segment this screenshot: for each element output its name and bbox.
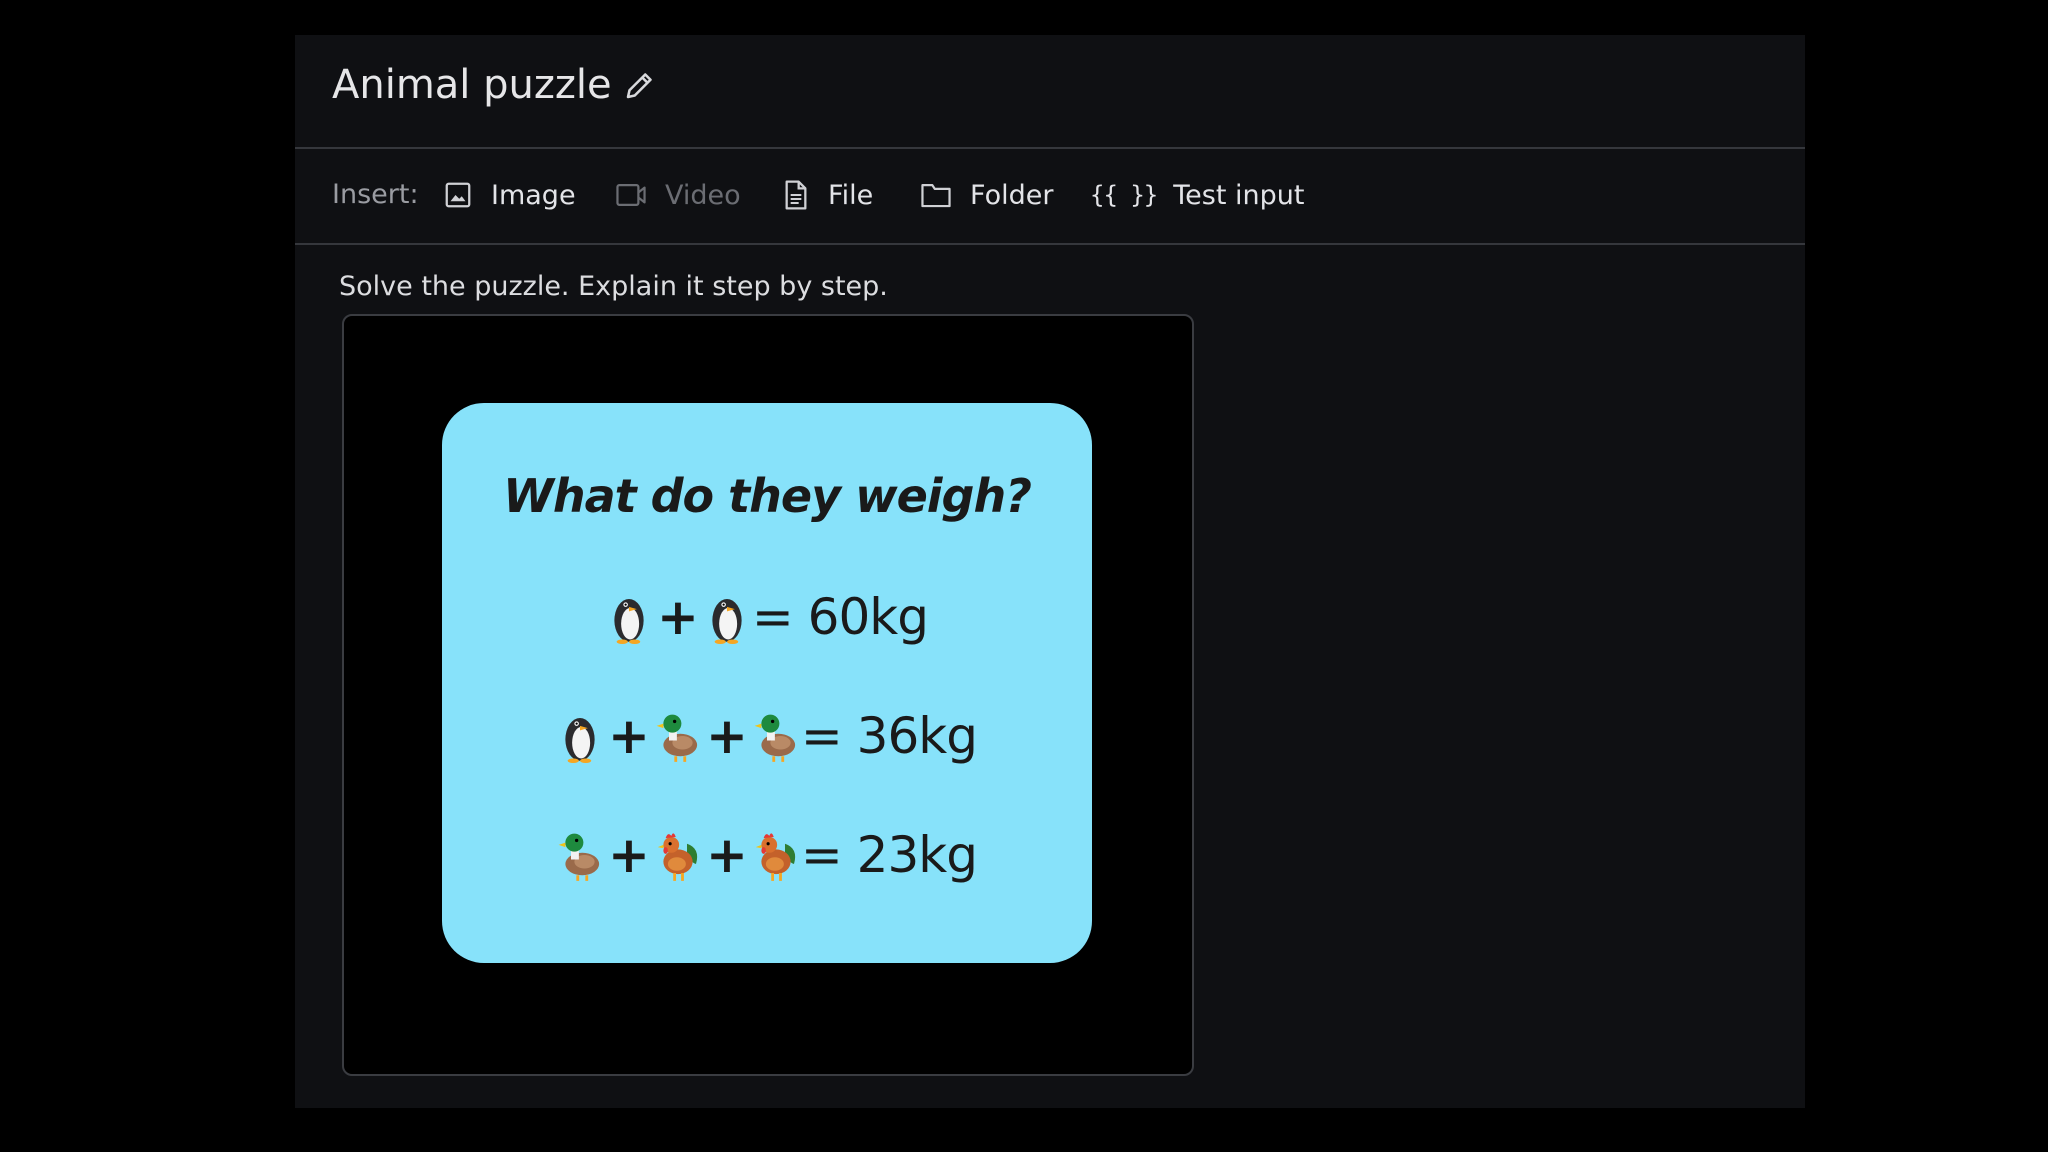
equation-3: + + = 23kg	[442, 826, 1092, 884]
puzzle-card: What do they weigh? + = 60kg + + = 36kg …	[442, 403, 1092, 963]
attached-image[interactable]: What do they weigh? + = 60kg + + = 36kg …	[342, 314, 1194, 1076]
file-icon	[785, 180, 807, 210]
image-icon	[445, 182, 471, 208]
plus-sign: +	[656, 588, 699, 646]
plus-sign: +	[608, 826, 650, 884]
rooster-icon	[655, 828, 701, 882]
folder-icon	[921, 184, 951, 208]
insert-video-label: Video	[665, 179, 741, 211]
penguin-icon	[606, 590, 652, 644]
equation-2: + + = 36kg	[442, 707, 1092, 765]
pencil-icon[interactable]	[622, 67, 658, 103]
insert-video-button: Video	[615, 171, 741, 219]
duck-icon	[655, 709, 701, 763]
penguin-icon	[557, 709, 603, 763]
insert-folder-label: Folder	[970, 179, 1054, 211]
insert-image-label: Image	[491, 179, 576, 211]
equation-result: = 36kg	[800, 707, 978, 765]
equation-1: + = 60kg	[442, 588, 1092, 646]
insert-file-button[interactable]: File	[782, 171, 873, 219]
page-title: Animal puzzle	[332, 62, 612, 108]
plus-sign: +	[705, 707, 748, 765]
insert-file-label: File	[828, 179, 874, 211]
title-bar: Animal puzzle	[295, 35, 1805, 149]
insert-image-button[interactable]: Image	[443, 171, 576, 219]
duck-icon	[557, 828, 603, 882]
penguin-icon	[704, 590, 750, 644]
duck-icon	[753, 709, 799, 763]
rooster-icon	[753, 828, 799, 882]
insert-folder-button[interactable]: Folder	[920, 171, 1053, 219]
insert-test-input-label: Test input	[1173, 179, 1305, 211]
editor-panel: Animal puzzle Insert: Image Video File F…	[295, 35, 1805, 1108]
equation-result: = 60kg	[751, 588, 929, 646]
puzzle-title: What do they weigh?	[503, 469, 1032, 523]
insert-label: Insert:	[332, 179, 419, 210]
plus-sign: +	[608, 707, 650, 765]
equation-result: = 23kg	[800, 826, 978, 884]
braces-icon: {{ }}	[1090, 181, 1158, 209]
video-icon	[616, 184, 646, 206]
prompt-text[interactable]: Solve the puzzle. Explain it step by ste…	[339, 271, 888, 302]
insert-test-input-button[interactable]: {{ }} Test input	[1090, 171, 1304, 219]
plus-sign: +	[705, 826, 748, 884]
insert-toolbar: Insert: Image Video File Folder {{}} Te…	[295, 149, 1805, 245]
